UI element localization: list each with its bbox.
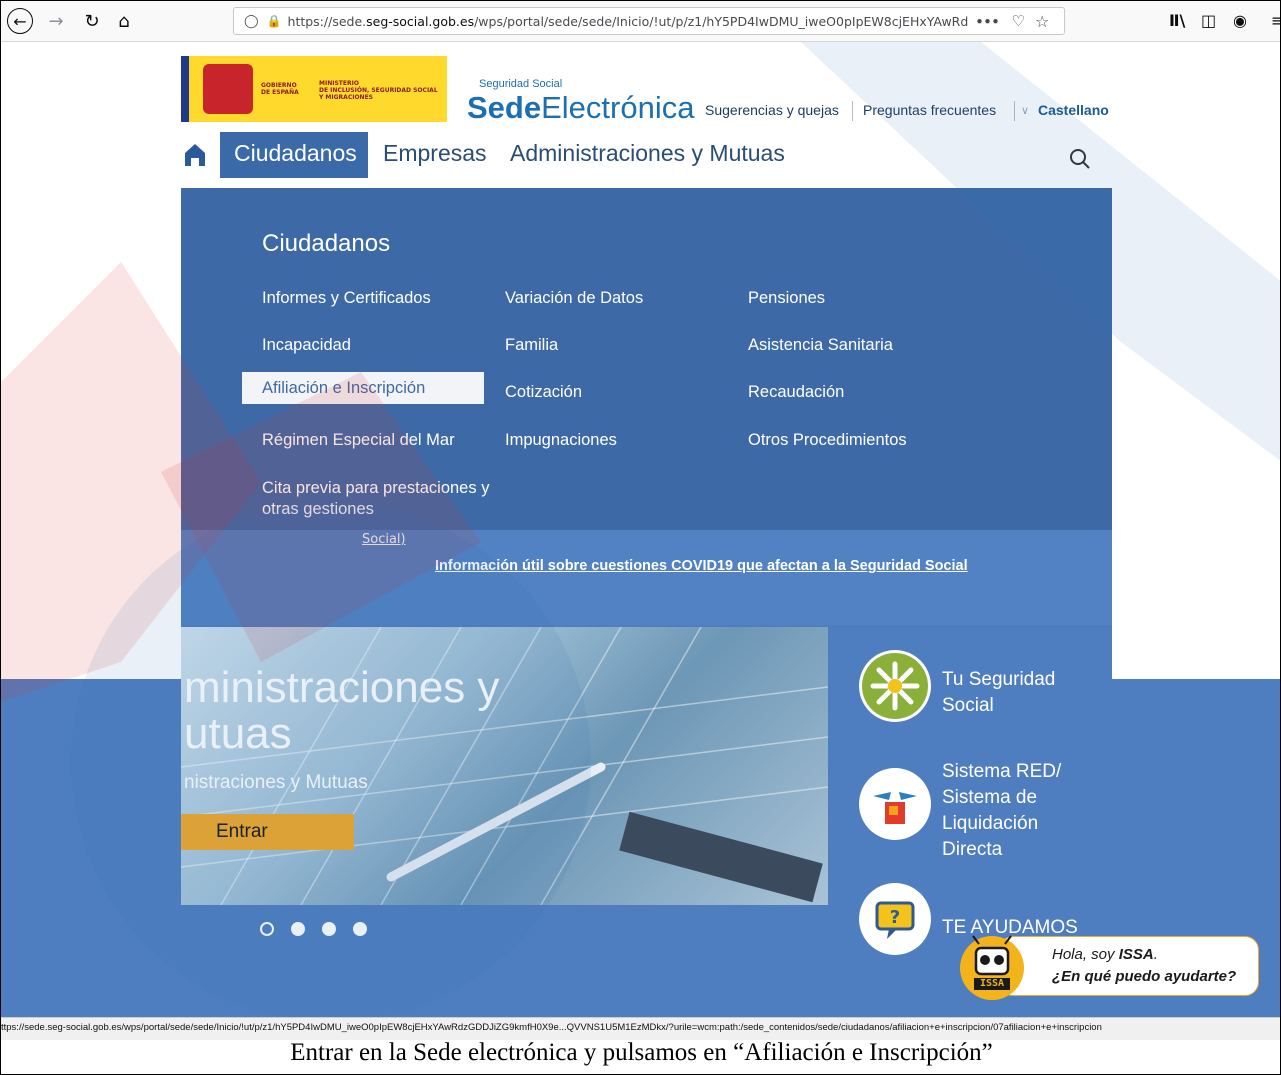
url-bar[interactable]: ◯ 🔒 https://sede.seg-social.gob.es/wps/p… <box>233 7 1065 35</box>
menu-item-regimen-mar[interactable]: Régimen Especial del Mar <box>262 430 455 451</box>
menu-item-recaudacion[interactable]: Recaudación <box>748 382 844 403</box>
eu-stripe <box>181 56 189 122</box>
coat-of-arms-icon <box>203 64 253 114</box>
lock-icon[interactable]: 🔒 <box>267 14 282 28</box>
page-viewport: GOBIERNO DE ESPAÑA MINISTERIO DE INCLUSIÓN… <box>1 42 1280 1017</box>
ministry-label: MINISTERIO DE INCLUSIÓN, SEGURIDAD SOCIAL… <box>319 80 438 101</box>
sistema-red-link[interactable]: Sistema RED/Sistema de Liquidación Directa <box>942 759 1061 863</box>
hero-subtitle: nistraciones y Mutuas <box>184 772 368 793</box>
menu-item-asistencia[interactable]: Asistencia Sanitaria <box>748 335 893 356</box>
carousel-dot-4[interactable] <box>353 922 367 936</box>
issa-robot-label: ISSA <box>979 978 1005 989</box>
carousel-dot-3[interactable] <box>322 922 336 936</box>
back-icon[interactable]: ← <box>7 8 33 34</box>
carousel-dot-1[interactable] <box>260 922 274 936</box>
library-icon[interactable]: Ⅱ\ <box>1169 11 1185 30</box>
status-bar-url: ttps://sede.seg-social.gob.es/wps/portal… <box>1 1017 1280 1040</box>
hero-title-line1: ministraciones y <box>184 663 500 712</box>
url-text[interactable]: https://sede.seg-social.gob.es/wps/porta… <box>288 14 968 29</box>
search-icon[interactable] <box>1069 148 1091 174</box>
issa-greeting: Hola, soy ISSA. <box>1052 946 1158 963</box>
menu-item-informes[interactable]: Informes y Certificados <box>262 288 431 309</box>
menu-item-familia[interactable]: Familia <box>505 335 558 356</box>
issa-chat-widget[interactable]: Hola, soy ISSA. ¿En qué puedo ayudarte? … <box>959 935 1259 1002</box>
issa-robot-icon[interactable]: ISSA <box>959 930 1025 1002</box>
caption: Entrar en la Sede electrónica y pulsamos… <box>290 1039 993 1066</box>
reload-icon[interactable]: ↻ <box>79 8 105 34</box>
enter-button[interactable]: Entrar <box>181 814 354 850</box>
hero-carousel[interactable]: ministraciones y utuas nistraciones y Mu… <box>181 627 828 905</box>
menu-item-cotizacion[interactable]: Cotización <box>505 382 582 403</box>
ciudadanos-mega-menu: Ciudadanos Informes y Certificados Incap… <box>181 188 1112 530</box>
brand-small: Seguridad Social <box>479 78 563 90</box>
menu-item-cita-previa[interactable]: Cita previa para prestaciones y otras ge… <box>262 478 502 520</box>
covid-info-link[interactable]: Información útil sobre cuestiones COVID1… <box>435 558 968 574</box>
carousel-dot-2[interactable] <box>291 922 305 936</box>
nav-empresas[interactable]: Empresas <box>383 140 487 167</box>
brand-logo[interactable]: SedeElectrónica <box>467 90 694 126</box>
hero-title-line2: utuas <box>184 709 292 758</box>
gov-label: GOBIERNO DE ESPAÑA <box>261 82 299 96</box>
menu-item-incapacidad[interactable]: Incapacidad <box>262 335 351 356</box>
forward-icon[interactable]: → <box>43 8 69 34</box>
chevron-down-icon[interactable]: ∨ <box>1021 104 1029 117</box>
home-nav-icon[interactable] <box>184 143 206 167</box>
shield-icon[interactable]: ◯ <box>244 14 259 29</box>
tu-seguridad-social-icon[interactable] <box>859 650 931 722</box>
sidebar-icon[interactable]: ◫ <box>1201 11 1216 30</box>
page-actions-icon[interactable]: ••• <box>976 14 1000 29</box>
nav-administraciones[interactable]: Administraciones y Mutuas <box>510 140 785 167</box>
pocket-icon[interactable]: ♡ <box>1011 12 1024 30</box>
sistema-red-icon[interactable] <box>859 768 931 840</box>
menu-item-pensiones[interactable]: Pensiones <box>748 288 825 309</box>
bookmark-star-icon[interactable]: ☆ <box>1035 12 1049 31</box>
issa-question: ¿En qué puedo ayudarte? <box>1052 968 1237 985</box>
tu-seguridad-social-link[interactable]: Tu Seguridad Social <box>942 667 1055 719</box>
social-link-fragment[interactable]: Social) <box>362 532 406 547</box>
menu-item-impugnaciones[interactable]: Impugnaciones <box>505 430 617 451</box>
suggestions-link[interactable]: Sugerencias y quejas <box>705 102 839 118</box>
language-selector[interactable]: Castellano <box>1038 102 1109 118</box>
menu-item-otros[interactable]: Otros Procedimientos <box>748 430 907 451</box>
faq-link[interactable]: Preguntas frecuentes <box>863 102 996 118</box>
screenshot-frame: ← → ↻ ⌂ ◯ 🔒 https://sede.seg-social.gob.… <box>0 0 1281 1075</box>
svg-text:?: ? <box>890 907 900 928</box>
info-band: Social) Información útil sobre cuestione… <box>181 530 1112 625</box>
divider <box>1014 101 1015 121</box>
menu-title: Ciudadanos <box>262 230 391 257</box>
account-icon[interactable]: ◉ <box>1233 11 1247 30</box>
divider <box>852 101 853 121</box>
home-icon[interactable]: ⌂ <box>111 8 137 34</box>
issa-bubble[interactable] <box>999 936 1259 996</box>
menu-item-variacion[interactable]: Variación de Datos <box>505 288 643 309</box>
help-chat-icon[interactable]: ? <box>859 883 931 955</box>
government-logo[interactable]: GOBIERNO DE ESPAÑA MINISTERIO DE INCLUSIÓN… <box>181 56 447 122</box>
menu-item-afiliacion[interactable]: Afiliación e Inscripción <box>242 372 484 404</box>
nav-ciudadanos[interactable]: Ciudadanos <box>234 140 357 167</box>
menu-icon[interactable]: ≡ <box>1271 11 1280 30</box>
browser-toolbar: ← → ↻ ⌂ ◯ 🔒 https://sede.seg-social.gob.… <box>1 1 1280 42</box>
